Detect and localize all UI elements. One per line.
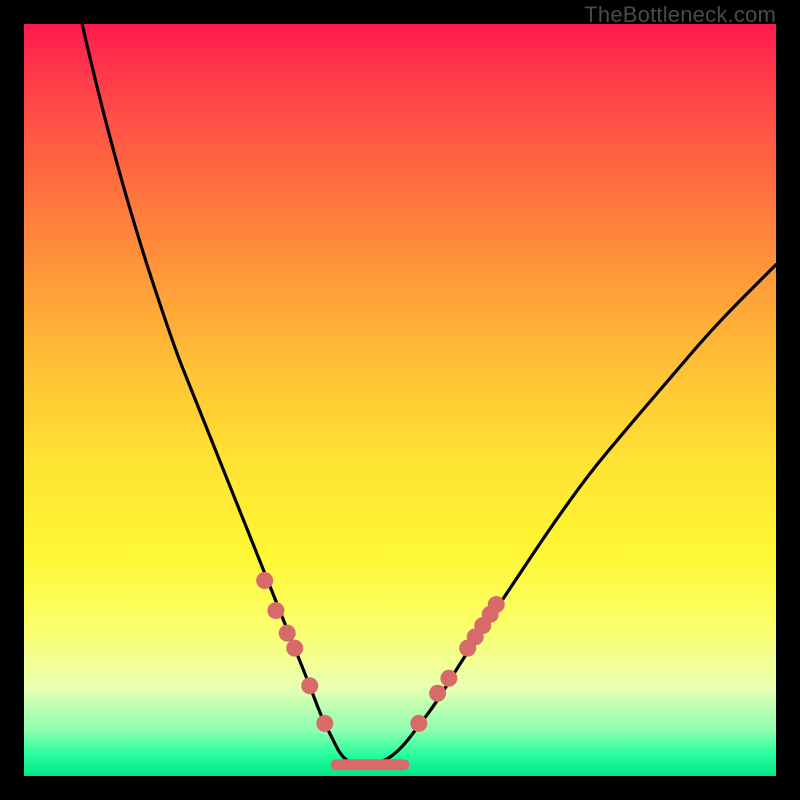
marker-dot xyxy=(429,685,446,702)
marker-dot xyxy=(301,677,318,694)
marker-dot xyxy=(410,715,427,732)
plot-area xyxy=(24,24,776,776)
curve-layer xyxy=(24,24,776,776)
bottleneck-curve xyxy=(24,24,776,765)
marker-dot xyxy=(488,596,505,613)
marker-dot xyxy=(316,715,333,732)
marker-dot xyxy=(286,640,303,657)
marker-dot xyxy=(267,602,284,619)
marker-dot xyxy=(440,670,457,687)
chart-frame: TheBottleneck.com xyxy=(0,0,800,800)
watermark-text: TheBottleneck.com xyxy=(584,2,776,28)
marker-dot xyxy=(279,625,296,642)
marker-dot xyxy=(256,572,273,589)
